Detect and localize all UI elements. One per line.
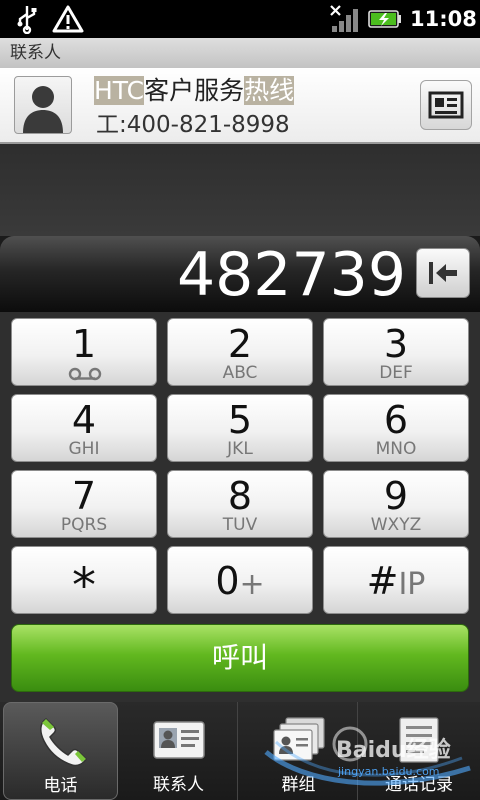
key-hash[interactable]: #IP bbox=[323, 546, 469, 614]
key-digit-row: #IP bbox=[324, 547, 468, 613]
tab-phone[interactable]: 电话 bbox=[3, 702, 118, 800]
voicemail-icon bbox=[68, 367, 102, 381]
key-letters: MNO bbox=[375, 439, 417, 459]
key-letters: GHI bbox=[68, 439, 100, 459]
key-letters: PQRS bbox=[60, 515, 108, 535]
signal-icon bbox=[330, 5, 358, 32]
person-silhouette-icon bbox=[23, 86, 63, 133]
key-2[interactable]: 2 ABC bbox=[167, 318, 313, 386]
status-time: 11:08 bbox=[410, 7, 477, 31]
watermark-brand: Baidu经验 bbox=[336, 738, 451, 763]
key-digit: 5 bbox=[227, 398, 253, 442]
key-letters: DEF bbox=[379, 363, 413, 383]
key-star[interactable]: * bbox=[11, 546, 157, 614]
key-digit: # bbox=[366, 559, 399, 603]
results-area bbox=[0, 144, 480, 236]
warning-icon bbox=[52, 5, 84, 33]
key-digit: 0 bbox=[215, 559, 240, 603]
status-bar: 11:08 bbox=[0, 0, 480, 38]
key-letters: JKL bbox=[227, 439, 253, 459]
key-digit: 1 bbox=[71, 322, 97, 366]
contact-name-part: 客户服务 bbox=[144, 76, 245, 105]
contact-name: HTC客户服务热线 bbox=[94, 74, 295, 108]
contact-match-item[interactable]: HTC客户服务热线 工:400-821-8998 bbox=[0, 68, 480, 144]
phone-icon bbox=[40, 718, 87, 767]
contact-card-icon bbox=[428, 91, 464, 119]
key-digit: 4 bbox=[71, 398, 97, 442]
dialpad: 1 2 ABC 3 DEF 4 GHI 5 JKL 6 MNO 7 PQRS 8… bbox=[0, 312, 480, 616]
backspace-button[interactable] bbox=[416, 248, 470, 298]
dialed-number: 482739 bbox=[176, 240, 406, 310]
key-digit: 7 bbox=[71, 474, 97, 518]
contact-number: 工:400-821-8998 bbox=[96, 112, 290, 138]
contact-card-icon bbox=[153, 721, 205, 759]
key-digit-row: 0+ bbox=[168, 547, 312, 613]
usb-icon bbox=[17, 6, 37, 34]
call-button[interactable]: 呼叫 bbox=[11, 624, 469, 692]
key-0[interactable]: 0+ bbox=[167, 546, 313, 614]
key-4[interactable]: 4 GHI bbox=[11, 394, 157, 462]
key-1[interactable]: 1 bbox=[11, 318, 157, 386]
contact-name-part: HTC bbox=[94, 76, 145, 105]
key-digit: 8 bbox=[227, 474, 253, 518]
contact-name-part: 热线 bbox=[244, 76, 295, 105]
key-letters: TUV bbox=[222, 515, 258, 535]
key-8[interactable]: 8 TUV bbox=[167, 470, 313, 538]
key-6[interactable]: 6 MNO bbox=[323, 394, 469, 462]
key-suffix: IP bbox=[398, 567, 426, 602]
watermark-url: jingyan.baidu.com bbox=[338, 765, 440, 778]
key-5[interactable]: 5 JKL bbox=[167, 394, 313, 462]
key-digit: 6 bbox=[383, 398, 409, 442]
avatar bbox=[14, 76, 72, 134]
backspace-icon bbox=[429, 262, 457, 284]
battery-charging-icon bbox=[368, 10, 401, 28]
key-9[interactable]: 9 WXYZ bbox=[323, 470, 469, 538]
contacts-header: 联系人 bbox=[0, 38, 480, 68]
key-3[interactable]: 3 DEF bbox=[323, 318, 469, 386]
key-digit: 2 bbox=[227, 322, 253, 366]
key-letters: ABC bbox=[222, 363, 258, 383]
key-letters: WXYZ bbox=[370, 515, 422, 535]
key-digit: 9 bbox=[383, 474, 409, 518]
key-digit: 3 bbox=[383, 322, 409, 366]
contact-details-button[interactable] bbox=[420, 80, 472, 130]
call-area: 呼叫 bbox=[0, 616, 480, 702]
group-icon bbox=[273, 717, 325, 761]
key-suffix: + bbox=[239, 567, 265, 602]
key-digit: * bbox=[72, 558, 96, 614]
key-7[interactable]: 7 PQRS bbox=[11, 470, 157, 538]
tab-label: 联系人 bbox=[153, 775, 204, 795]
number-display: 482739 bbox=[0, 236, 480, 312]
tab-label: 电话 bbox=[43, 776, 78, 796]
tab-contacts[interactable]: 联系人 bbox=[120, 702, 238, 800]
